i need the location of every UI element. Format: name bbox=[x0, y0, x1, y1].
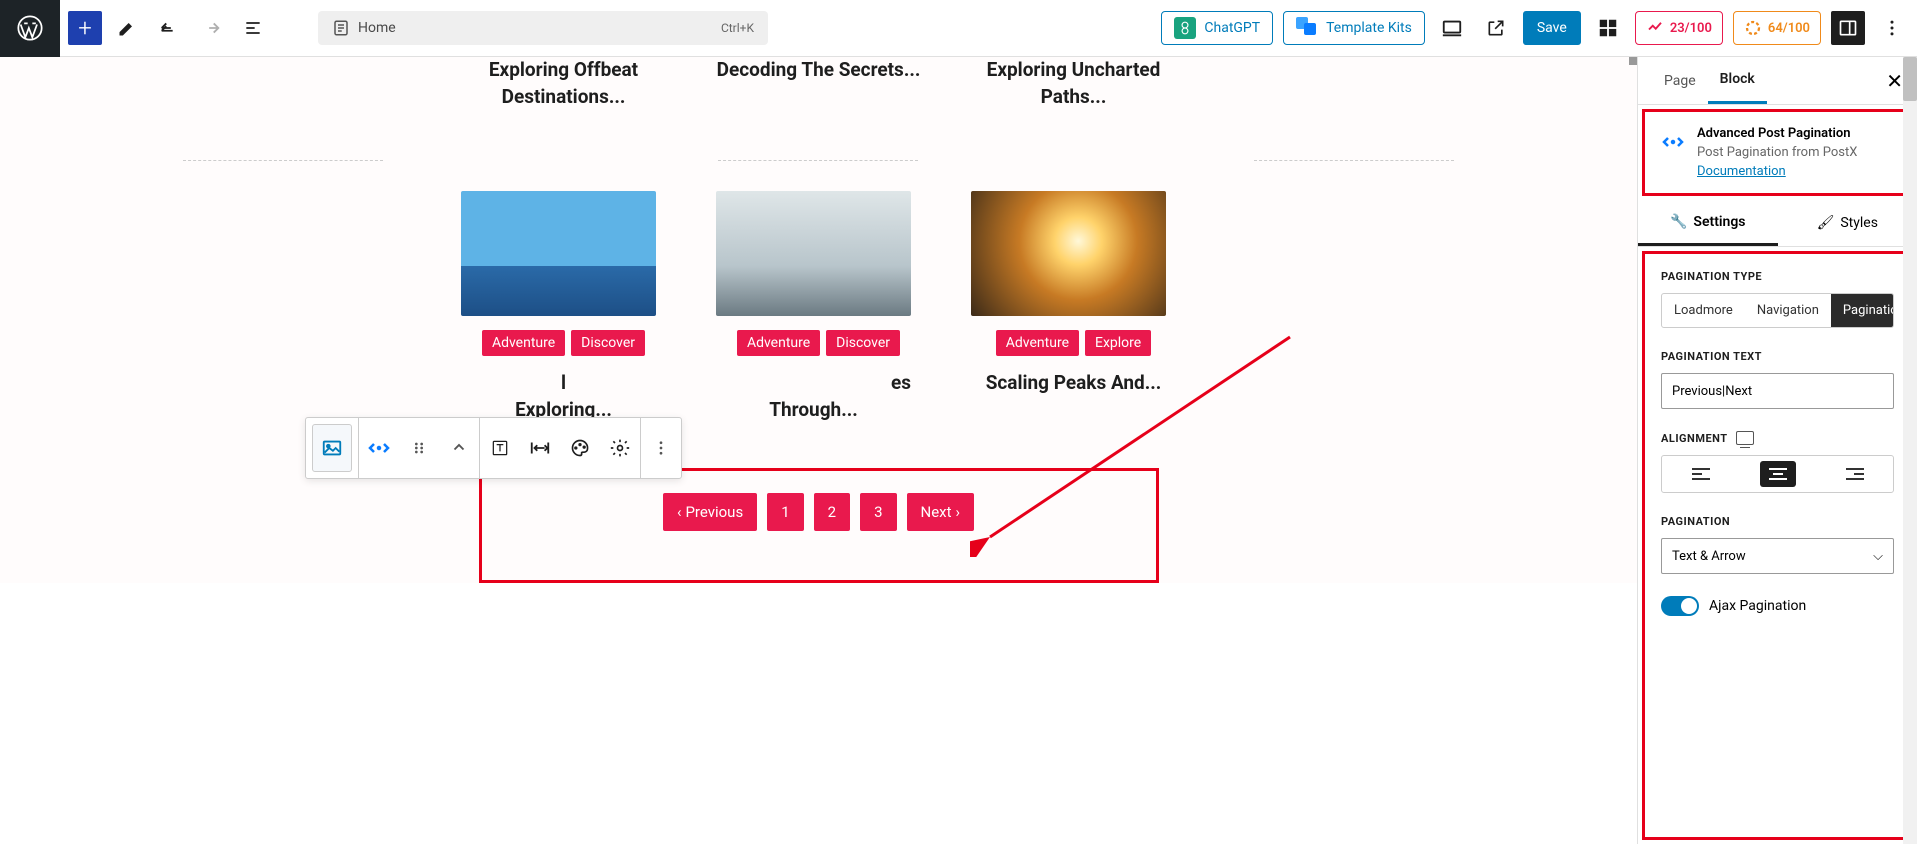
pagination-prev[interactable]: ‹Previous bbox=[663, 493, 757, 531]
chevron-left-icon: ‹ bbox=[677, 503, 682, 521]
pagination-block-icon bbox=[1661, 126, 1685, 179]
tab-block[interactable]: Block bbox=[1708, 57, 1767, 104]
pagination-page[interactable]: 2 bbox=[814, 493, 850, 531]
settings-panel-highlight: PAGINATION TYPE Loadmore Navigation Pagi… bbox=[1642, 251, 1913, 840]
post-title: Exploring Offbeat Destinations... bbox=[461, 57, 666, 110]
label-pagination-text: PAGINATION TEXT bbox=[1661, 350, 1894, 363]
block-info-highlight: Advanced Post Pagination Post Pagination… bbox=[1642, 109, 1913, 196]
pagination-block-highlight: ‹Previous 1 2 3 Next› bbox=[479, 468, 1159, 583]
chatgpt-icon bbox=[1174, 17, 1196, 39]
wrench-icon: 🔧 bbox=[1670, 214, 1687, 230]
pagination-page[interactable]: 3 bbox=[860, 493, 896, 531]
pagination-page[interactable]: 1 bbox=[767, 493, 803, 531]
separator bbox=[1254, 160, 1454, 161]
label-pagination-type: PAGINATION TYPE bbox=[1661, 270, 1894, 283]
block-description: Post Pagination from PostX bbox=[1697, 145, 1857, 160]
post-tag[interactable]: Discover bbox=[571, 330, 645, 356]
top-toolbar: + Home Ctrl+K ChatGPT Template Kits Save… bbox=[0, 0, 1917, 57]
post-tag[interactable]: Explore bbox=[1085, 330, 1151, 356]
post-tag[interactable]: Discover bbox=[826, 330, 900, 356]
post-image bbox=[716, 191, 911, 316]
brush-icon: 🖌 bbox=[1817, 215, 1835, 231]
chevron-right-icon: › bbox=[956, 503, 961, 521]
device-icon[interactable] bbox=[1736, 431, 1754, 445]
more-icon[interactable] bbox=[641, 424, 681, 472]
editor-canvas[interactable]: Exploring Offbeat Destinations... Decodi… bbox=[0, 57, 1637, 844]
edit-icon[interactable] bbox=[110, 11, 144, 45]
window-scrollbar[interactable] bbox=[1903, 57, 1917, 844]
align-left[interactable] bbox=[1662, 456, 1739, 492]
post-title: Exploring Uncharted Paths... bbox=[971, 57, 1176, 110]
pagination[interactable]: ‹Previous 1 2 3 Next› bbox=[663, 493, 974, 531]
subtab-styles[interactable]: 🖌Styles bbox=[1778, 200, 1917, 246]
blocks-icon[interactable] bbox=[1591, 11, 1625, 45]
more-options-button[interactable] bbox=[1875, 11, 1909, 45]
document-bar[interactable]: Home Ctrl+K bbox=[318, 11, 768, 45]
post-image bbox=[461, 191, 656, 316]
option-loadmore[interactable]: Loadmore bbox=[1662, 294, 1745, 327]
template-kits-icon bbox=[1296, 17, 1318, 39]
align-right[interactable] bbox=[1816, 456, 1893, 492]
separator bbox=[183, 160, 383, 161]
seo-score-red[interactable]: 23/100 bbox=[1635, 11, 1723, 45]
separator bbox=[718, 160, 918, 161]
width-icon[interactable] bbox=[520, 424, 560, 472]
documentation-link[interactable]: Documentation bbox=[1697, 164, 1786, 179]
close-icon[interactable]: ✕ bbox=[1886, 69, 1903, 93]
pagination-type-group: Loadmore Navigation Pagination bbox=[1661, 293, 1894, 328]
parent-block-icon[interactable] bbox=[312, 424, 352, 472]
template-kits-button[interactable]: Template Kits bbox=[1283, 11, 1425, 45]
block-title: Advanced Post Pagination bbox=[1697, 126, 1857, 141]
label-alignment: ALIGNMENT bbox=[1661, 431, 1894, 445]
document-overview-button[interactable] bbox=[236, 11, 270, 45]
settings-gear-icon[interactable] bbox=[600, 424, 640, 472]
pagination-block-icon[interactable] bbox=[359, 424, 399, 472]
seo-score-orange[interactable]: 64/100 bbox=[1733, 11, 1821, 45]
subtab-settings[interactable]: 🔧Settings bbox=[1638, 200, 1778, 246]
ajax-pagination-label: Ajax Pagination bbox=[1709, 598, 1806, 614]
settings-sidebar: Page Block ✕ Advanced Post Pagination Po… bbox=[1637, 57, 1917, 844]
alignment-group bbox=[1661, 455, 1894, 493]
post-image bbox=[971, 191, 1166, 316]
document-title: Home bbox=[358, 20, 396, 36]
ajax-pagination-toggle[interactable] bbox=[1661, 596, 1699, 616]
save-button[interactable]: Save bbox=[1523, 11, 1581, 45]
pagination-next[interactable]: Next› bbox=[907, 493, 975, 531]
sidebar-toggle-button[interactable] bbox=[1831, 11, 1865, 45]
move-up-icon[interactable] bbox=[439, 424, 479, 472]
external-preview-icon[interactable] bbox=[1479, 11, 1513, 45]
undo-button[interactable] bbox=[152, 11, 186, 45]
align-center[interactable] bbox=[1739, 456, 1816, 492]
option-navigation[interactable]: Navigation bbox=[1745, 294, 1831, 327]
option-pagination[interactable]: Pagination bbox=[1831, 294, 1894, 327]
typography-icon[interactable] bbox=[480, 424, 520, 472]
add-block-button[interactable]: + bbox=[68, 11, 102, 45]
block-toolbar bbox=[305, 417, 682, 479]
pagination-text-input[interactable] bbox=[1661, 373, 1894, 409]
wordpress-logo[interactable] bbox=[0, 0, 60, 57]
color-icon[interactable] bbox=[560, 424, 600, 472]
drag-handle-icon[interactable] bbox=[399, 424, 439, 472]
post-tag[interactable]: Adventure bbox=[482, 330, 565, 356]
pagination-style-select[interactable]: Text & Arrow ⌵ bbox=[1661, 538, 1894, 574]
chevron-down-icon: ⌵ bbox=[1873, 549, 1883, 564]
redo-button[interactable] bbox=[194, 11, 228, 45]
tab-page[interactable]: Page bbox=[1652, 57, 1708, 104]
post-tag[interactable]: Adventure bbox=[996, 330, 1079, 356]
chatgpt-button[interactable]: ChatGPT bbox=[1161, 11, 1273, 45]
desktop-preview-icon[interactable] bbox=[1435, 11, 1469, 45]
post-title: Decoding The Secrets... bbox=[716, 57, 921, 84]
keyboard-shortcut: Ctrl+K bbox=[721, 21, 754, 35]
post-tag[interactable]: Adventure bbox=[737, 330, 820, 356]
canvas-scrollbar[interactable] bbox=[1629, 57, 1637, 844]
label-pagination: PAGINATION bbox=[1661, 515, 1894, 528]
